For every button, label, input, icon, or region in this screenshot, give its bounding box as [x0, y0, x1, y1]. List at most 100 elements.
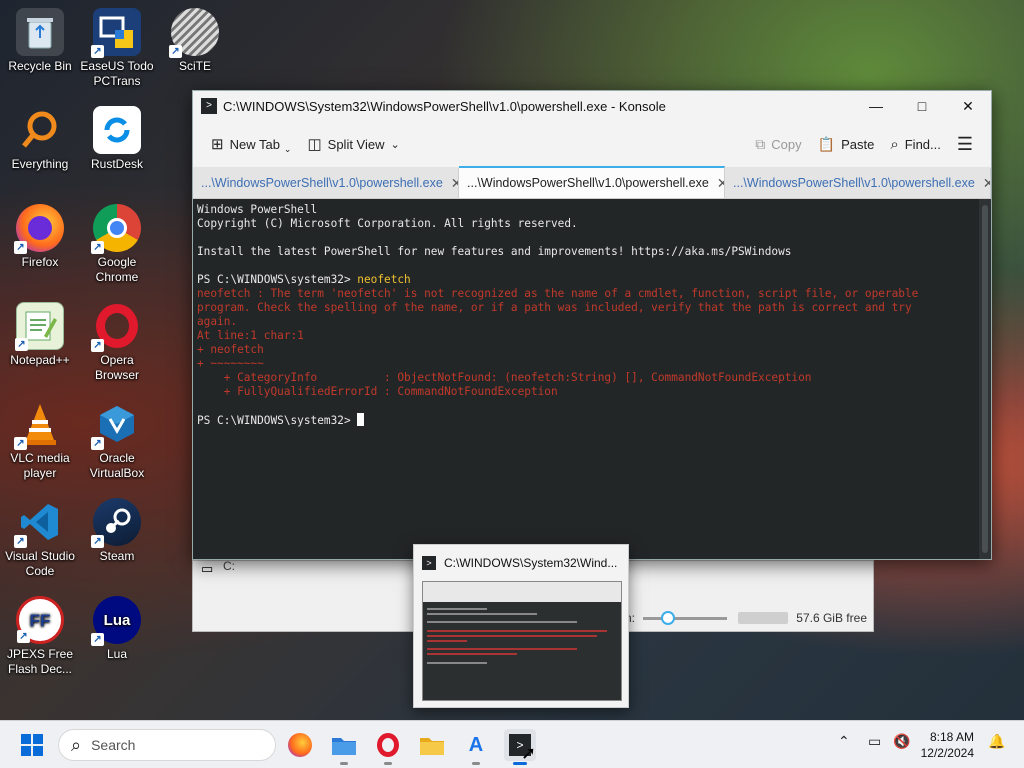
- terminal-error-line: program. Check the spelling of the name,…: [197, 301, 912, 314]
- recycle-bin-icon: [16, 8, 64, 56]
- notification-bell-icon[interactable]: 🔔: [988, 733, 1005, 750]
- preview-error-line: [427, 630, 607, 632]
- terminal-cursor: [357, 413, 365, 426]
- desktop-icon-rustdesk[interactable]: RustDesk: [77, 106, 157, 172]
- close-button[interactable]: ✕: [945, 91, 991, 121]
- terminal-command: neofetch: [357, 273, 411, 286]
- preview-toolbar: [423, 582, 621, 602]
- terminal-prompt: PS C:\WINDOWS\system32>: [197, 273, 358, 286]
- zoom-slider-handle[interactable]: [661, 611, 675, 625]
- copy-button[interactable]: ⧉ Copy: [747, 132, 809, 157]
- search-icon: ⌕: [71, 734, 82, 755]
- thumbnail-preview[interactable]: [422, 581, 622, 701]
- shortcut-arrow-icon: ↗: [17, 630, 30, 643]
- terminal-scrollbar[interactable]: [979, 199, 991, 559]
- taskbar-thumbnail-popup[interactable]: > C:\WINDOWS\System32\Wind...: [413, 544, 629, 708]
- chevron-down-icon: ⌄: [390, 138, 400, 151]
- konsole-window[interactable]: > C:\WINDOWS\System32\WindowsPowerShell\…: [192, 90, 992, 560]
- volume-muted-icon[interactable]: 🔇: [893, 733, 910, 750]
- preview-line: [427, 608, 487, 610]
- taskbar-opera[interactable]: [372, 729, 404, 765]
- desktop-icon-label: JPEXS Free Flash Dec...: [6, 647, 74, 676]
- search-icon: ⌕: [890, 135, 899, 153]
- network-icon[interactable]: ▭: [868, 733, 881, 750]
- terminal-line: Windows PowerShell: [197, 203, 318, 216]
- preview-line: [427, 621, 577, 623]
- tab-label: ...\WindowsPowerShell\v1.0\powershell.ex…: [467, 176, 709, 190]
- free-space-bar: [738, 612, 788, 624]
- shortcut-arrow-icon: ↗: [91, 339, 104, 352]
- terminal-line: Install the latest PowerShell for new fe…: [197, 245, 792, 258]
- terminal-error-line: + ~~~~~~~~: [197, 357, 264, 370]
- close-tab-icon[interactable]: ✕: [451, 175, 458, 192]
- vlc-icon: ↗: [14, 400, 64, 450]
- shortcut-arrow-icon: ↗: [91, 45, 104, 58]
- vscode-icon: ↗: [14, 498, 64, 548]
- taskbar-folder[interactable]: [416, 729, 448, 761]
- new-tab-button[interactable]: ⊞ New Tab ⌄: [203, 130, 299, 159]
- desktop-icon-steam[interactable]: ↗ Steam: [77, 498, 157, 564]
- preview-line: [427, 662, 487, 664]
- running-indicator: [472, 762, 480, 765]
- desktop-icon-jpexs[interactable]: FF ↗ JPEXS Free Flash Dec...: [0, 596, 80, 677]
- desktop-icon-vlc[interactable]: ↗ VLC media player: [0, 400, 80, 481]
- desktop-icon-everything[interactable]: Everything: [0, 106, 80, 172]
- free-space-label: 57.6 GiB free: [796, 611, 867, 625]
- scrollbar-thumb[interactable]: [982, 205, 988, 553]
- desktop-icon-easeus[interactable]: ↗ EaseUS Todo PCTrans: [77, 8, 157, 89]
- windows-logo-icon: [21, 734, 43, 756]
- preview-error-line: [427, 640, 467, 642]
- terminal-output[interactable]: Windows PowerShell Copyright (C) Microso…: [193, 199, 979, 559]
- konsole-app-icon: >: [201, 98, 217, 114]
- desktop-icon-vscode[interactable]: ↗ Visual Studio Code: [0, 498, 80, 579]
- shortcut-arrow-icon: ↗: [91, 535, 104, 548]
- desktop-icon-opera[interactable]: ↗ Opera Browser: [77, 302, 157, 383]
- desktop-icon-label: Recycle Bin: [8, 59, 72, 73]
- taskbar-search-box[interactable]: ⌕ Search: [58, 729, 276, 761]
- desktop-icon-firefox[interactable]: ↗ Firefox: [0, 204, 80, 270]
- taskbar-file-explorer[interactable]: [328, 729, 360, 765]
- thumbnail-title: C:\WINDOWS\System32\Wind...: [444, 556, 618, 570]
- tab-1[interactable]: ...\WindowsPowerShell\v1.0\powershell.ex…: [193, 168, 459, 198]
- desktop-icon-label: Everything: [11, 157, 69, 171]
- find-button[interactable]: ⌕ Find...: [882, 132, 949, 157]
- paste-button[interactable]: 📋 Paste: [810, 132, 883, 157]
- close-tab-icon[interactable]: ✕: [717, 175, 724, 192]
- maximize-button[interactable]: □: [899, 91, 945, 121]
- scite-icon: ↗: [169, 8, 219, 58]
- app-store-icon: A: [468, 733, 484, 756]
- tab-3[interactable]: ...\WindowsPowerShell\v1.0\powershell.ex…: [725, 168, 991, 198]
- desktop-icon-notepadpp[interactable]: ↗ Notepad++: [0, 302, 80, 368]
- desktop-icon-label: Opera Browser: [94, 353, 139, 382]
- taskbar-app-store[interactable]: A: [460, 729, 492, 765]
- window-titlebar[interactable]: > C:\WINDOWS\System32\WindowsPowerShell\…: [193, 91, 991, 121]
- shortcut-arrow-icon: ↗: [15, 338, 28, 351]
- start-button[interactable]: [16, 729, 48, 761]
- desktop-icon-label: Google Chrome: [95, 255, 139, 284]
- desktop-icon-scite[interactable]: ↗ SciTE: [155, 8, 235, 74]
- tab-bar: ...\WindowsPowerShell\v1.0\powershell.ex…: [193, 166, 991, 199]
- close-tab-icon[interactable]: ✕: [983, 175, 990, 192]
- desktop-icon-recycle-bin[interactable]: Recycle Bin: [0, 8, 80, 74]
- desktop-icon-lua[interactable]: Lua ↗ Lua: [77, 596, 157, 662]
- taskbar-clock[interactable]: 8:18 AM 12/2/2024: [921, 729, 974, 761]
- chevron-up-icon[interactable]: ⌃: [838, 733, 850, 750]
- rustdesk-icon: [93, 106, 141, 154]
- virtualbox-icon: ↗: [91, 400, 141, 450]
- split-view-button[interactable]: ◫ Split View ⌄: [299, 131, 407, 157]
- firefox-icon: [288, 733, 312, 757]
- firefox-icon: ↗: [14, 204, 64, 254]
- opera-icon: ↗: [91, 302, 141, 352]
- hamburger-menu-button[interactable]: ☰: [949, 130, 981, 159]
- zoom-slider-track: [643, 617, 727, 620]
- tab-label: ...\WindowsPowerShell\v1.0\powershell.ex…: [201, 176, 443, 190]
- taskbar-firefox[interactable]: [284, 729, 316, 761]
- tab-2[interactable]: ...\WindowsPowerShell\v1.0\powershell.ex…: [459, 166, 725, 198]
- desktop-icon-virtualbox[interactable]: ↗ Oracle VirtualBox: [77, 400, 157, 481]
- everything-icon: [16, 106, 64, 154]
- desktop-icon-label: SciTE: [178, 59, 211, 73]
- minimize-button[interactable]: ―: [853, 91, 899, 121]
- desktop-icon-chrome[interactable]: ↗ Google Chrome: [77, 204, 157, 285]
- search-placeholder: Search: [91, 737, 136, 753]
- terminal-error-line: neofetch : The term 'neofetch' is not re…: [197, 287, 919, 300]
